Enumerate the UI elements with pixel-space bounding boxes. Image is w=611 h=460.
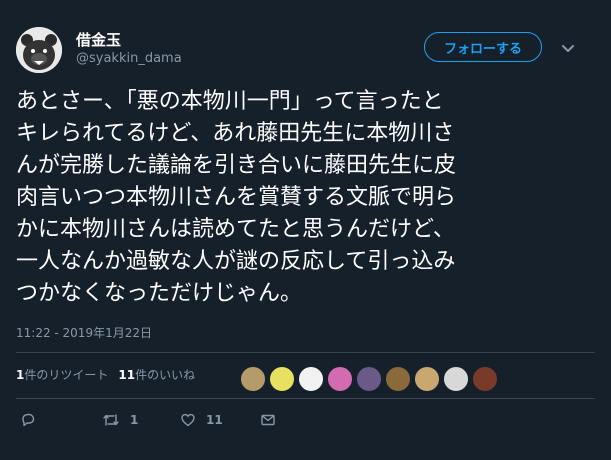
liker-avatar-9[interactable]	[472, 366, 498, 392]
heart-icon	[181, 413, 195, 427]
retweet-stat[interactable]: 1 件のリツイート	[16, 366, 108, 383]
tweet-card: 借金玉 @syakkin_dama フォローする あとさー、「悪の本物川一門」っ…	[0, 0, 611, 460]
like-stat-count: 11	[118, 367, 136, 382]
follow-button[interactable]: フォローする	[424, 32, 542, 62]
like-stat[interactable]: 11 件のいいね	[118, 366, 195, 383]
bear-avatar-icon	[16, 27, 62, 73]
liker-avatar-4[interactable]	[327, 366, 353, 392]
action-bar: 1 11	[0, 412, 611, 436]
tweet-text: あとさー、「悪の本物川一門」って言ったと キレられてるけど、あれ藤田先生に本物川…	[16, 86, 596, 310]
retweet-stat-count: 1	[16, 367, 25, 382]
reply-icon	[22, 413, 35, 427]
tweet-text-line: あとさー、「悪の本物川一門」って言ったと	[16, 89, 444, 114]
reply-button[interactable]	[20, 412, 36, 428]
like-button[interactable]: 11	[180, 412, 223, 428]
tweet-text-line: 一人なんか過敏な人が謎の反応して引っ込み	[16, 249, 456, 274]
tweet-text-line: かに本物川さんは読めてたと思うんだけど、	[16, 217, 455, 242]
chevron-down-icon[interactable]	[560, 41, 576, 55]
like-stat-label: 件のいいね	[135, 368, 196, 382]
liker-avatar-6[interactable]	[385, 366, 411, 392]
mail-icon	[261, 414, 275, 426]
author-display-name[interactable]: 借金玉	[76, 29, 121, 50]
retweet-stat-label: 件のリツイート	[24, 368, 109, 382]
author-handle[interactable]: @syakkin_dama	[76, 51, 182, 66]
liker-avatar-7[interactable]	[414, 366, 440, 392]
tweet-text-line: んが完勝した議論を引き合いに藤田先生に皮	[16, 153, 457, 178]
like-count: 11	[206, 413, 223, 427]
direct-message-button[interactable]	[260, 412, 276, 428]
tweet-text-line: 肉言いつつ本物川さんを賞賛する文脈で明ら	[16, 185, 457, 210]
author-avatar[interactable]	[16, 27, 62, 73]
tweet-text-line: キレられてるけど、あれ藤田先生に本物川さ	[16, 121, 455, 146]
engagement-stats: 1 件のリツイート 11 件のいいね	[16, 366, 195, 383]
liker-avatar-2[interactable]	[269, 366, 295, 392]
liker-avatars	[240, 366, 501, 392]
retweet-icon	[103, 414, 119, 426]
tweet-timestamp[interactable]: 11:22 - 2019年1月22日	[16, 324, 152, 341]
liker-avatar-8[interactable]	[443, 366, 469, 392]
tweet-text-line: つかなくなっただけじゃん。	[16, 281, 303, 306]
retweet-count: 1	[130, 413, 139, 427]
stats-bottom-divider	[16, 398, 595, 399]
liker-avatar-1[interactable]	[240, 366, 266, 392]
liker-avatar-3[interactable]	[298, 366, 324, 392]
retweet-button[interactable]: 1	[102, 412, 138, 428]
stats-top-divider	[16, 352, 595, 353]
liker-avatar-5[interactable]	[356, 366, 382, 392]
